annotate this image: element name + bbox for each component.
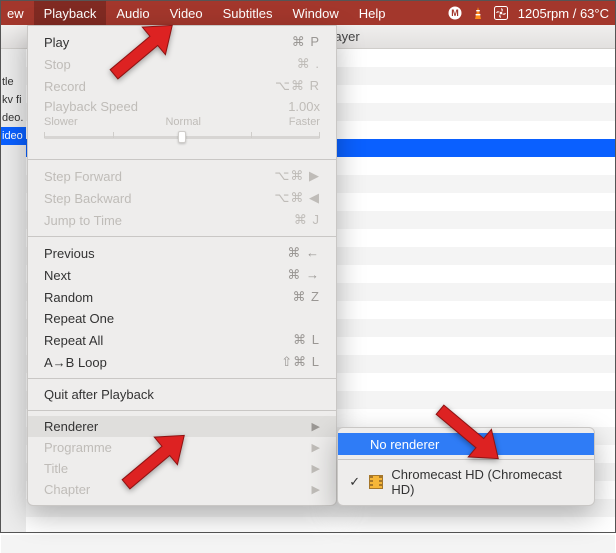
menu-item-label: Quit after Playback (44, 387, 154, 402)
menu-item-repeat-one[interactable]: Repeat One (28, 308, 336, 329)
playback-speed-slider[interactable] (44, 130, 320, 144)
menu-item-step-forward: Step Forward ⌥⌘ ▶ (28, 165, 336, 187)
chevron-right-icon: ▶ (312, 420, 320, 433)
menu-item-label: Previous (44, 246, 95, 261)
menu-separator (28, 410, 336, 411)
menu-item-label: Title (44, 461, 68, 476)
svg-text:M: M (451, 8, 459, 18)
menu-separator (28, 378, 336, 379)
menu-subtitles[interactable]: Subtitles (213, 1, 283, 25)
menu-item-shortcut: ⌘ L (293, 332, 320, 348)
menu-item-shortcut: ⌥⌘ R (275, 78, 320, 94)
menu-item-shortcut: ⌘ P (292, 34, 320, 50)
menu-item-title: Title ▶ (28, 458, 336, 479)
menu-separator (28, 159, 336, 160)
menu-audio[interactable]: Audio (106, 1, 159, 25)
renderer-option-chromecast-hd-chromecast-hd-[interactable]: ✓ Chromecast HD (Chromecast HD) (338, 464, 594, 500)
menu-item-label: Repeat One (44, 311, 114, 326)
film-icon (369, 475, 383, 489)
renderer-option-label: No renderer (370, 437, 439, 452)
renderer-option-label: Chromecast HD (Chromecast HD) (391, 467, 580, 497)
menu-item-label: Step Backward (44, 191, 131, 206)
menu-item-a-b-loop[interactable]: A→B Loop ⇧⌘ L (28, 351, 336, 373)
menu-item-label: Renderer (44, 419, 98, 434)
mega-icon[interactable]: M (448, 6, 462, 20)
menu-item-label: Jump to Time (44, 213, 122, 228)
menu-item-record: Record ⌥⌘ R (28, 75, 336, 97)
sidebar-item[interactable]: kv fi (1, 91, 26, 109)
menu-item-programme: Programme ▶ (28, 437, 336, 458)
menu-item-label: Programme (44, 440, 112, 455)
menu-item-previous[interactable]: Previous ⌘ ← (28, 242, 336, 264)
menu-item-jump-to-time: Jump to Time ⌘ J (28, 209, 336, 231)
playback-menu: Play ⌘ P Stop ⌘ . Record ⌥⌘ R Playback Speed 1.… (27, 25, 337, 506)
table-row[interactable] (1, 517, 615, 535)
menu-item-repeat-all[interactable]: Repeat All ⌘ L (28, 329, 336, 351)
menu-item-shortcut: ⌘ J (294, 212, 320, 228)
menu-video[interactable]: Video (160, 1, 213, 25)
menu-separator (28, 236, 336, 237)
menu-ew[interactable]: ew (3, 1, 34, 25)
fan-icon[interactable] (494, 6, 508, 20)
menu-item-label: Stop (44, 57, 71, 72)
chevron-right-icon: ▶ (312, 441, 320, 454)
menu-item-step-backward: Step Backward ⌥⌘ ◀ (28, 187, 336, 209)
menu-item-shortcut: ⌘ . (297, 56, 320, 72)
menu-item-next[interactable]: Next ⌘ → (28, 264, 336, 286)
renderer-submenu: No renderer ✓ Chromecast HD (Chromecast HD… (337, 427, 595, 506)
menu-item-label: Repeat All (44, 333, 103, 348)
sidebar-item[interactable]: tle (1, 73, 26, 91)
menu-item-shortcut: ⌘ ← (287, 245, 320, 261)
check-icon: ✓ (348, 474, 361, 490)
playback-speed-label: Playback Speed (44, 99, 138, 114)
fan-status-text: 1205rpm / 63°C (518, 6, 609, 21)
menu-item-shortcut: ⌥⌘ ▶ (274, 168, 320, 184)
menu-window[interactable]: Window (283, 1, 349, 25)
menu-item-shortcut: ⌥⌘ ◀ (274, 190, 320, 206)
sidebar-fragment: tlekv fideo.ideo (1, 49, 26, 532)
vlc-cone-icon[interactable] (472, 6, 484, 20)
playback-speed-value: 1.00x (288, 99, 320, 114)
menu-item-label: A→B Loop (44, 355, 107, 370)
playback-speed-block: Playback Speed1.00xSlowerNormalFaster (28, 97, 336, 154)
menu-item-stop: Stop ⌘ . (28, 53, 336, 75)
menu-item-renderer[interactable]: Renderer ▶ (28, 416, 336, 437)
menu-item-play[interactable]: Play ⌘ P (28, 31, 336, 53)
menu-item-random[interactable]: Random ⌘ Z (28, 286, 336, 308)
menu-item-label: Chapter (44, 482, 90, 497)
menu-item-label: Random (44, 290, 93, 305)
menu-item-label: Step Forward (44, 169, 122, 184)
table-row[interactable] (1, 535, 615, 553)
sidebar-item[interactable]: ideo (1, 127, 26, 145)
renderer-option-no-renderer[interactable]: No renderer (338, 433, 594, 455)
menu-item-label: Record (44, 79, 86, 94)
menubar-status-right: M 1205rpm / 63°C (448, 6, 613, 21)
menu-help[interactable]: Help (349, 1, 396, 25)
menu-item-shortcut: ⌘ → (287, 267, 320, 283)
menu-item-shortcut: ⌘ Z (292, 289, 320, 305)
menu-item-quit-after-playback[interactable]: Quit after Playback (28, 384, 336, 405)
menu-item-chapter: Chapter ▶ (28, 479, 336, 500)
menu-separator (338, 459, 594, 460)
menu-item-label: Next (44, 268, 71, 283)
menubar: ewPlaybackAudioVideoSubtitlesWindowHelp … (1, 1, 615, 25)
menu-item-label: Play (44, 35, 69, 50)
menu-playback[interactable]: Playback (34, 1, 107, 25)
sidebar-item[interactable]: deo. (1, 109, 26, 127)
chevron-right-icon: ▶ (312, 483, 320, 496)
menu-item-shortcut: ⇧⌘ L (281, 354, 320, 370)
chevron-right-icon: ▶ (312, 462, 320, 475)
